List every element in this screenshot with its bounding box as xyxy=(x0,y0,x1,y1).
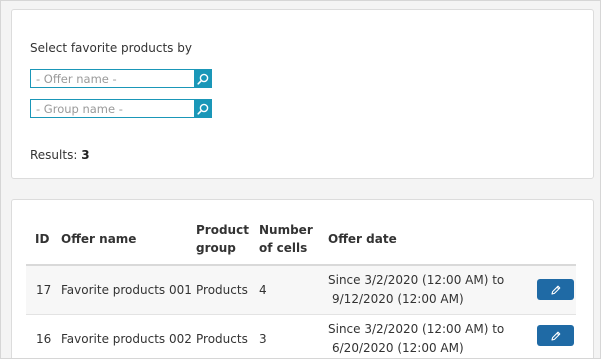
group-name-search-button[interactable] xyxy=(194,100,211,117)
row-id: 16 xyxy=(36,332,52,346)
edit-button[interactable] xyxy=(537,279,574,300)
pencil-icon xyxy=(550,285,560,295)
row-cells: 4 xyxy=(259,283,267,297)
offer-name-search xyxy=(30,69,212,88)
results-count: 3 xyxy=(81,148,90,162)
header-product-group[interactable]: Product group xyxy=(196,221,249,257)
row-product-group: Products xyxy=(196,283,248,297)
row-product-group: Products xyxy=(196,332,248,346)
header-cells-line1: Number xyxy=(259,223,313,237)
header-offer-name[interactable]: Offer name xyxy=(61,230,136,248)
search-icon xyxy=(196,103,208,115)
offer-name-search-button[interactable] xyxy=(194,70,211,87)
row-date-to: 6/20/2020 (12:00 AM) xyxy=(332,341,464,355)
results-label: Results: xyxy=(30,148,78,162)
row-date-from: Since 3/2/2020 (12:00 AM) to xyxy=(328,273,505,287)
header-id[interactable]: ID xyxy=(35,230,49,248)
filter-panel: Select favorite products by Results: 3 xyxy=(11,9,594,179)
row-id: 17 xyxy=(36,283,52,297)
table-row: 16 Favorite products 002 Products 3 Sinc… xyxy=(26,315,576,358)
group-name-search xyxy=(30,99,212,118)
page-frame: Select favorite products by Results: 3 xyxy=(0,0,601,359)
row-date-to: 9/12/2020 (12:00 AM) xyxy=(332,292,464,306)
row-offer-name: Favorite products 001 xyxy=(61,283,192,297)
offers-table: ID Offer name Product group Number of ce… xyxy=(11,199,594,358)
header-number-of-cells[interactable]: Number of cells xyxy=(259,221,313,257)
table-row: 17 Favorite products 001 Products 4 Sinc… xyxy=(26,266,576,315)
filter-title: Select favorite products by xyxy=(30,41,192,55)
group-name-input[interactable] xyxy=(31,100,194,117)
row-cells: 3 xyxy=(259,332,267,346)
pencil-icon xyxy=(550,331,560,341)
header-product-group-line2: group xyxy=(196,241,236,255)
header-product-group-line1: Product xyxy=(196,223,249,237)
results-summary: Results: 3 xyxy=(30,148,90,162)
row-date-from: Since 3/2/2020 (12:00 AM) to xyxy=(328,322,505,336)
header-offer-date[interactable]: Offer date xyxy=(328,230,397,248)
row-offer-name: Favorite products 002 xyxy=(61,332,192,346)
offer-name-input[interactable] xyxy=(31,70,194,87)
header-cells-line2: of cells xyxy=(259,241,308,255)
edit-button[interactable] xyxy=(537,325,574,346)
search-icon xyxy=(196,73,208,85)
